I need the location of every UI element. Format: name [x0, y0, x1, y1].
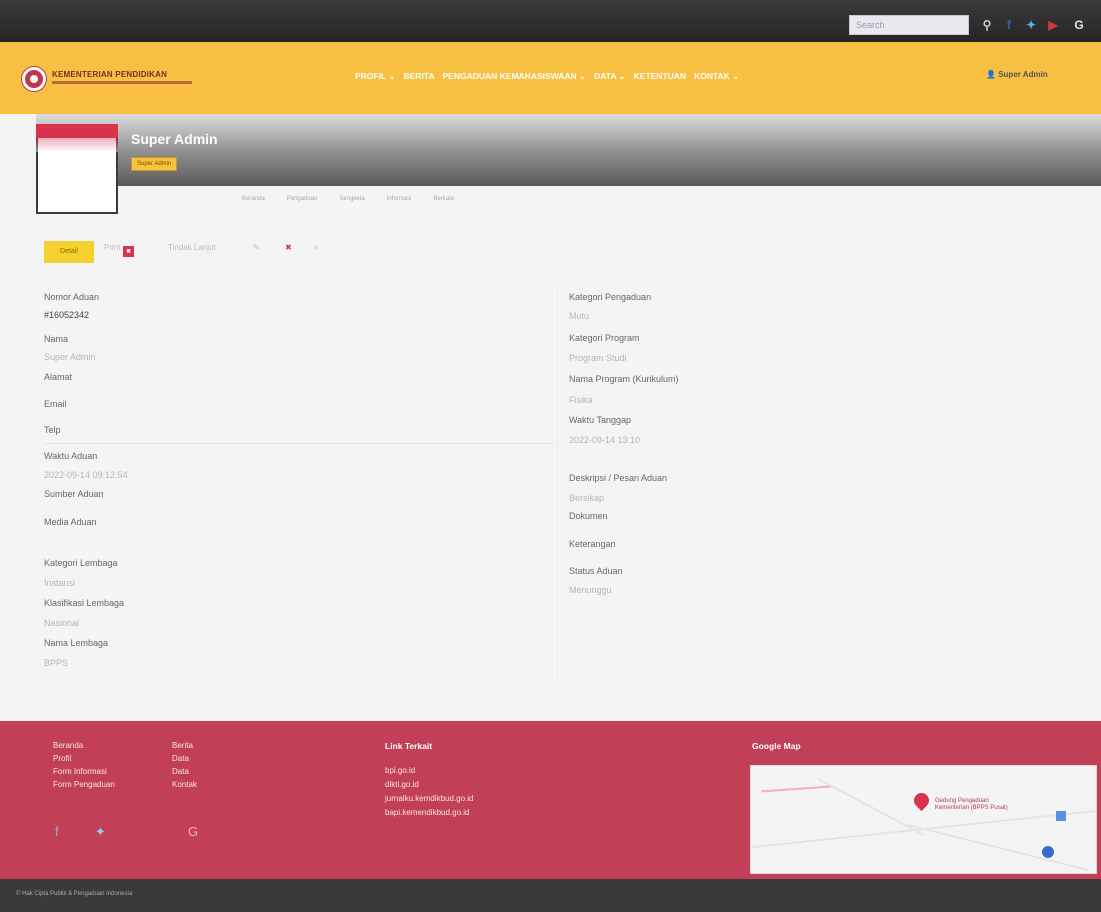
detail-value: Super Admin [44, 352, 96, 362]
google-icon[interactable]: G [1070, 14, 1088, 36]
footer-link[interactable]: Data [172, 767, 189, 776]
facebook-icon[interactable]: f [55, 824, 59, 839]
delete-icon[interactable]: ✖ [285, 243, 292, 252]
detail-label: Keterangan [569, 539, 616, 549]
user-menu[interactable]: 👤 Super Admin [986, 70, 1048, 79]
youtube-icon[interactable]: ▶ [1044, 14, 1062, 36]
detail-value: Program Studi [569, 353, 627, 363]
detail-value: BPPS [44, 658, 69, 668]
footer-link[interactable]: jurnalku.kemdikbud.go.id [385, 794, 474, 803]
section-divider [44, 443, 554, 444]
nav-item-ketentuan[interactable]: KETENTUAN [634, 71, 686, 82]
detail-value: Menunggu [569, 585, 612, 595]
print-label[interactable]: Print [104, 243, 120, 252]
detail-label: Telp [44, 425, 61, 435]
detail-label: Waktu Tanggap [569, 415, 632, 425]
detail-label: Media Aduan [44, 517, 97, 527]
footer-link[interactable]: Form Pengaduan [53, 780, 115, 789]
follow-up-button[interactable]: Tindak Lanjut [168, 243, 216, 252]
footer-link[interactable]: Data [172, 754, 189, 763]
footer-link[interactable]: bapi.kemendikbud.go.id [385, 808, 470, 817]
detail-label: Nama Program (Kurikulum) [569, 374, 679, 384]
logo-icon[interactable] [22, 67, 46, 91]
footer-link[interactable]: bpi.go.id [385, 766, 415, 775]
detail-label: Klasifikasi Lembaga [44, 598, 125, 608]
map-heading: Google Map [752, 741, 801, 751]
search-icon[interactable]: ⚲ [978, 14, 996, 36]
detail-button[interactable]: Detail [44, 241, 94, 263]
avatar [36, 124, 118, 214]
tab-berkala[interactable]: Berkala [433, 196, 453, 202]
footer-link[interactable]: Profil [53, 754, 71, 763]
detail-label: Nomor Aduan [44, 292, 100, 302]
detail-label: Kategori Program [569, 333, 640, 343]
detail-value: Mutu [569, 311, 590, 321]
detail-label: Sumber Aduan [44, 489, 104, 499]
detail-label: Email [44, 399, 67, 409]
user-icon: 👤 [986, 70, 996, 79]
role-badge: Super Admin [131, 157, 178, 171]
footer-link[interactable]: Kontak [172, 780, 197, 789]
copyright-bar: © Hak Cipta Publik & Pengaduan Indonesia [0, 879, 1101, 912]
profile-name: Super Admin [131, 131, 218, 147]
copyright-text: © Hak Cipta Publik & Pengaduan Indonesia [16, 891, 133, 897]
detail-label: Dokumen [569, 511, 608, 521]
nav-item-profil[interactable]: PROFIL ⌄ [355, 71, 396, 82]
detail-label: Alamat [44, 372, 73, 382]
detail-label: Status Aduan [569, 566, 623, 576]
profile-tabs: Beranda Pengaduan Sengketa Informasi Ber… [242, 196, 454, 202]
footer-link[interactable]: dikti.go.id [385, 780, 419, 789]
twitter-icon[interactable]: ✦ [95, 824, 106, 840]
nav-item-pengaduan[interactable]: PENGADUAN KEMAHASISWAAN ⌄ [443, 71, 587, 82]
tab-beranda[interactable]: Beranda [242, 196, 265, 202]
detail-value: Bersikap [569, 493, 605, 503]
edit-icon[interactable]: ✎ [253, 243, 260, 252]
nav-menu: PROFIL ⌄ BERITA PENGADUAN KEMAHASISWAAN … [355, 71, 739, 82]
detail-label: Nama Lembaga [44, 638, 109, 648]
detail-value: Instansi [44, 578, 76, 588]
footer-link[interactable]: Beranda [53, 741, 83, 750]
map-marker-icon[interactable] [1056, 811, 1066, 821]
detail-label: Kategori Pengaduan [569, 292, 652, 302]
search-input[interactable]: Search [849, 15, 969, 35]
detail-label: Nama [44, 334, 69, 344]
nav-item-kontak[interactable]: KONTAK ⌄ [694, 71, 739, 82]
tab-informasi[interactable]: Informasi [387, 196, 412, 202]
google-icon[interactable]: G [188, 824, 198, 839]
user-name: Super Admin [998, 70, 1048, 79]
logo-underline [52, 81, 192, 84]
detail-value: 2022-09-14 13:10 [569, 435, 641, 445]
links-heading: Link Terkait [385, 741, 433, 751]
detail-value: 2022-09-14 09:12:54 [44, 470, 128, 480]
detail-value: #16052342 [44, 310, 90, 320]
map-pin-icon[interactable] [910, 789, 933, 812]
detail-label: Deskripsi / Pesan Aduan [569, 473, 668, 483]
facebook-icon[interactable]: f [1000, 14, 1018, 36]
tab-sengketa[interactable]: Sengketa [339, 196, 364, 202]
detail-value: Fisika [569, 395, 593, 405]
tab-pengaduan[interactable]: Pengaduan [287, 196, 318, 202]
footer-link[interactable]: Berita [172, 741, 193, 750]
logo-text[interactable]: KEMENTERIAN PENDIDIKAN [52, 70, 167, 79]
detail-label: Waktu Aduan [44, 451, 98, 461]
close-icon[interactable]: × [314, 243, 319, 252]
column-divider [557, 288, 558, 683]
main-navbar: KEMENTERIAN PENDIDIKAN PROFIL ⌄ BERITA P… [0, 42, 1101, 114]
footer-link[interactable]: Form Informasi [53, 767, 107, 776]
detail-label: Kategori Lembaga [44, 558, 118, 568]
map-marker-icon[interactable] [1042, 846, 1054, 858]
map-place-label: Gedung Pengaduan Kementerian (BPPS Pusat… [935, 798, 1008, 811]
nav-item-data[interactable]: DATA ⌄ [594, 71, 626, 82]
profile-banner [36, 114, 1101, 186]
google-map[interactable]: Gedung Pengaduan Kementerian (BPPS Pusat… [750, 765, 1097, 874]
nav-item-berita[interactable]: BERITA [404, 71, 435, 82]
twitter-icon[interactable]: ✦ [1022, 14, 1040, 36]
print-icon[interactable]: ■ [123, 246, 134, 257]
detail-value: Nasional [44, 618, 80, 628]
top-bar: Search ⚲ f ✦ ▶ G [0, 0, 1101, 42]
